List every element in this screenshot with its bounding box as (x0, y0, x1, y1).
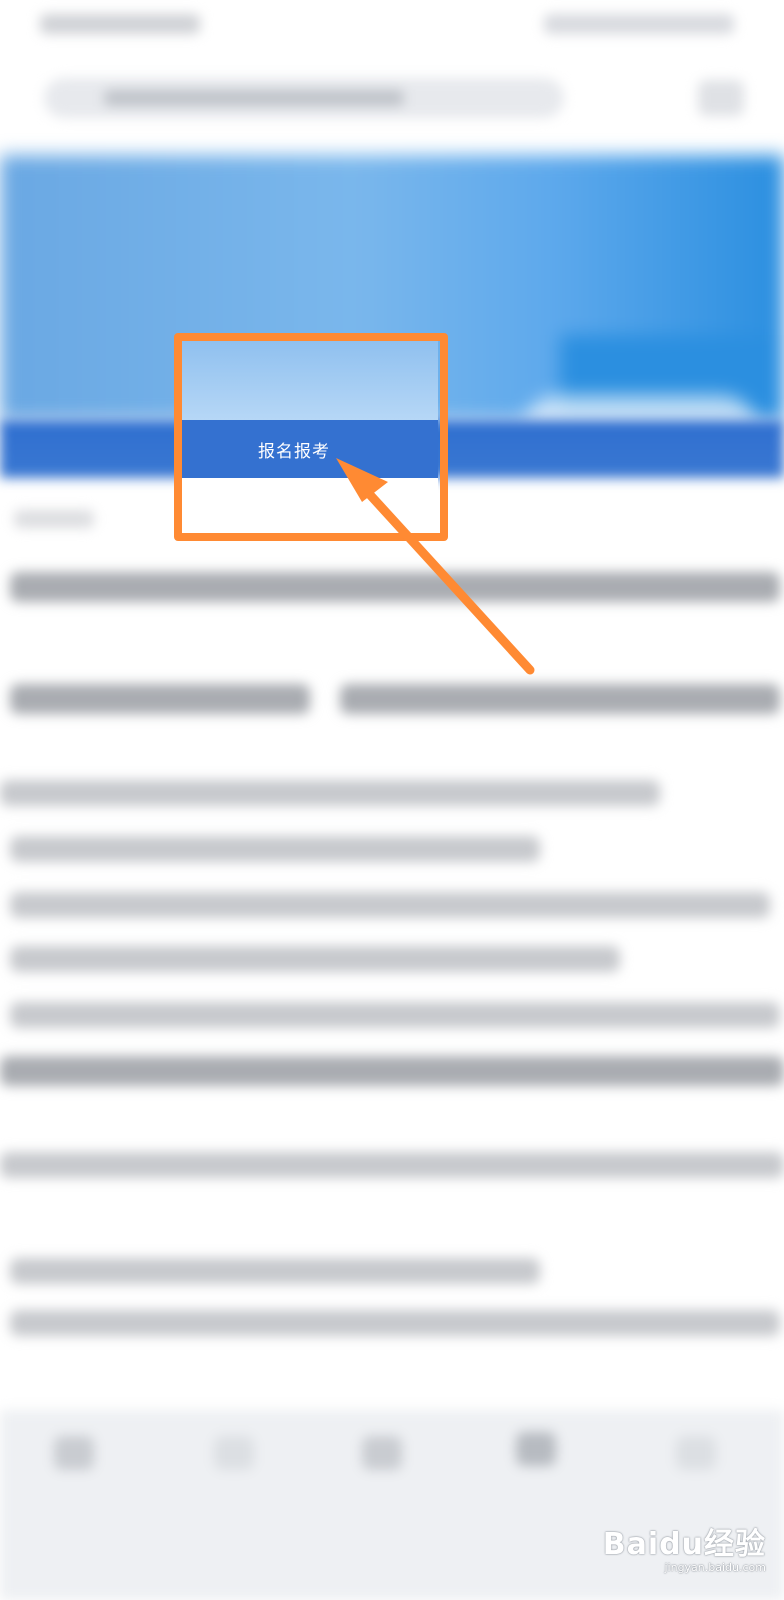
menu-icon[interactable] (676, 1436, 716, 1470)
annotation-box (174, 333, 448, 541)
baidu-jingyan-watermark: Baidu经验 jingyan.baidu.com (603, 1519, 766, 1574)
back-icon[interactable] (54, 1436, 94, 1470)
tabs-icon[interactable] (516, 1432, 556, 1466)
home-icon[interactable] (362, 1436, 402, 1470)
watermark-brand: Baidu经验 (602, 1527, 766, 1562)
forward-icon[interactable] (214, 1436, 254, 1470)
